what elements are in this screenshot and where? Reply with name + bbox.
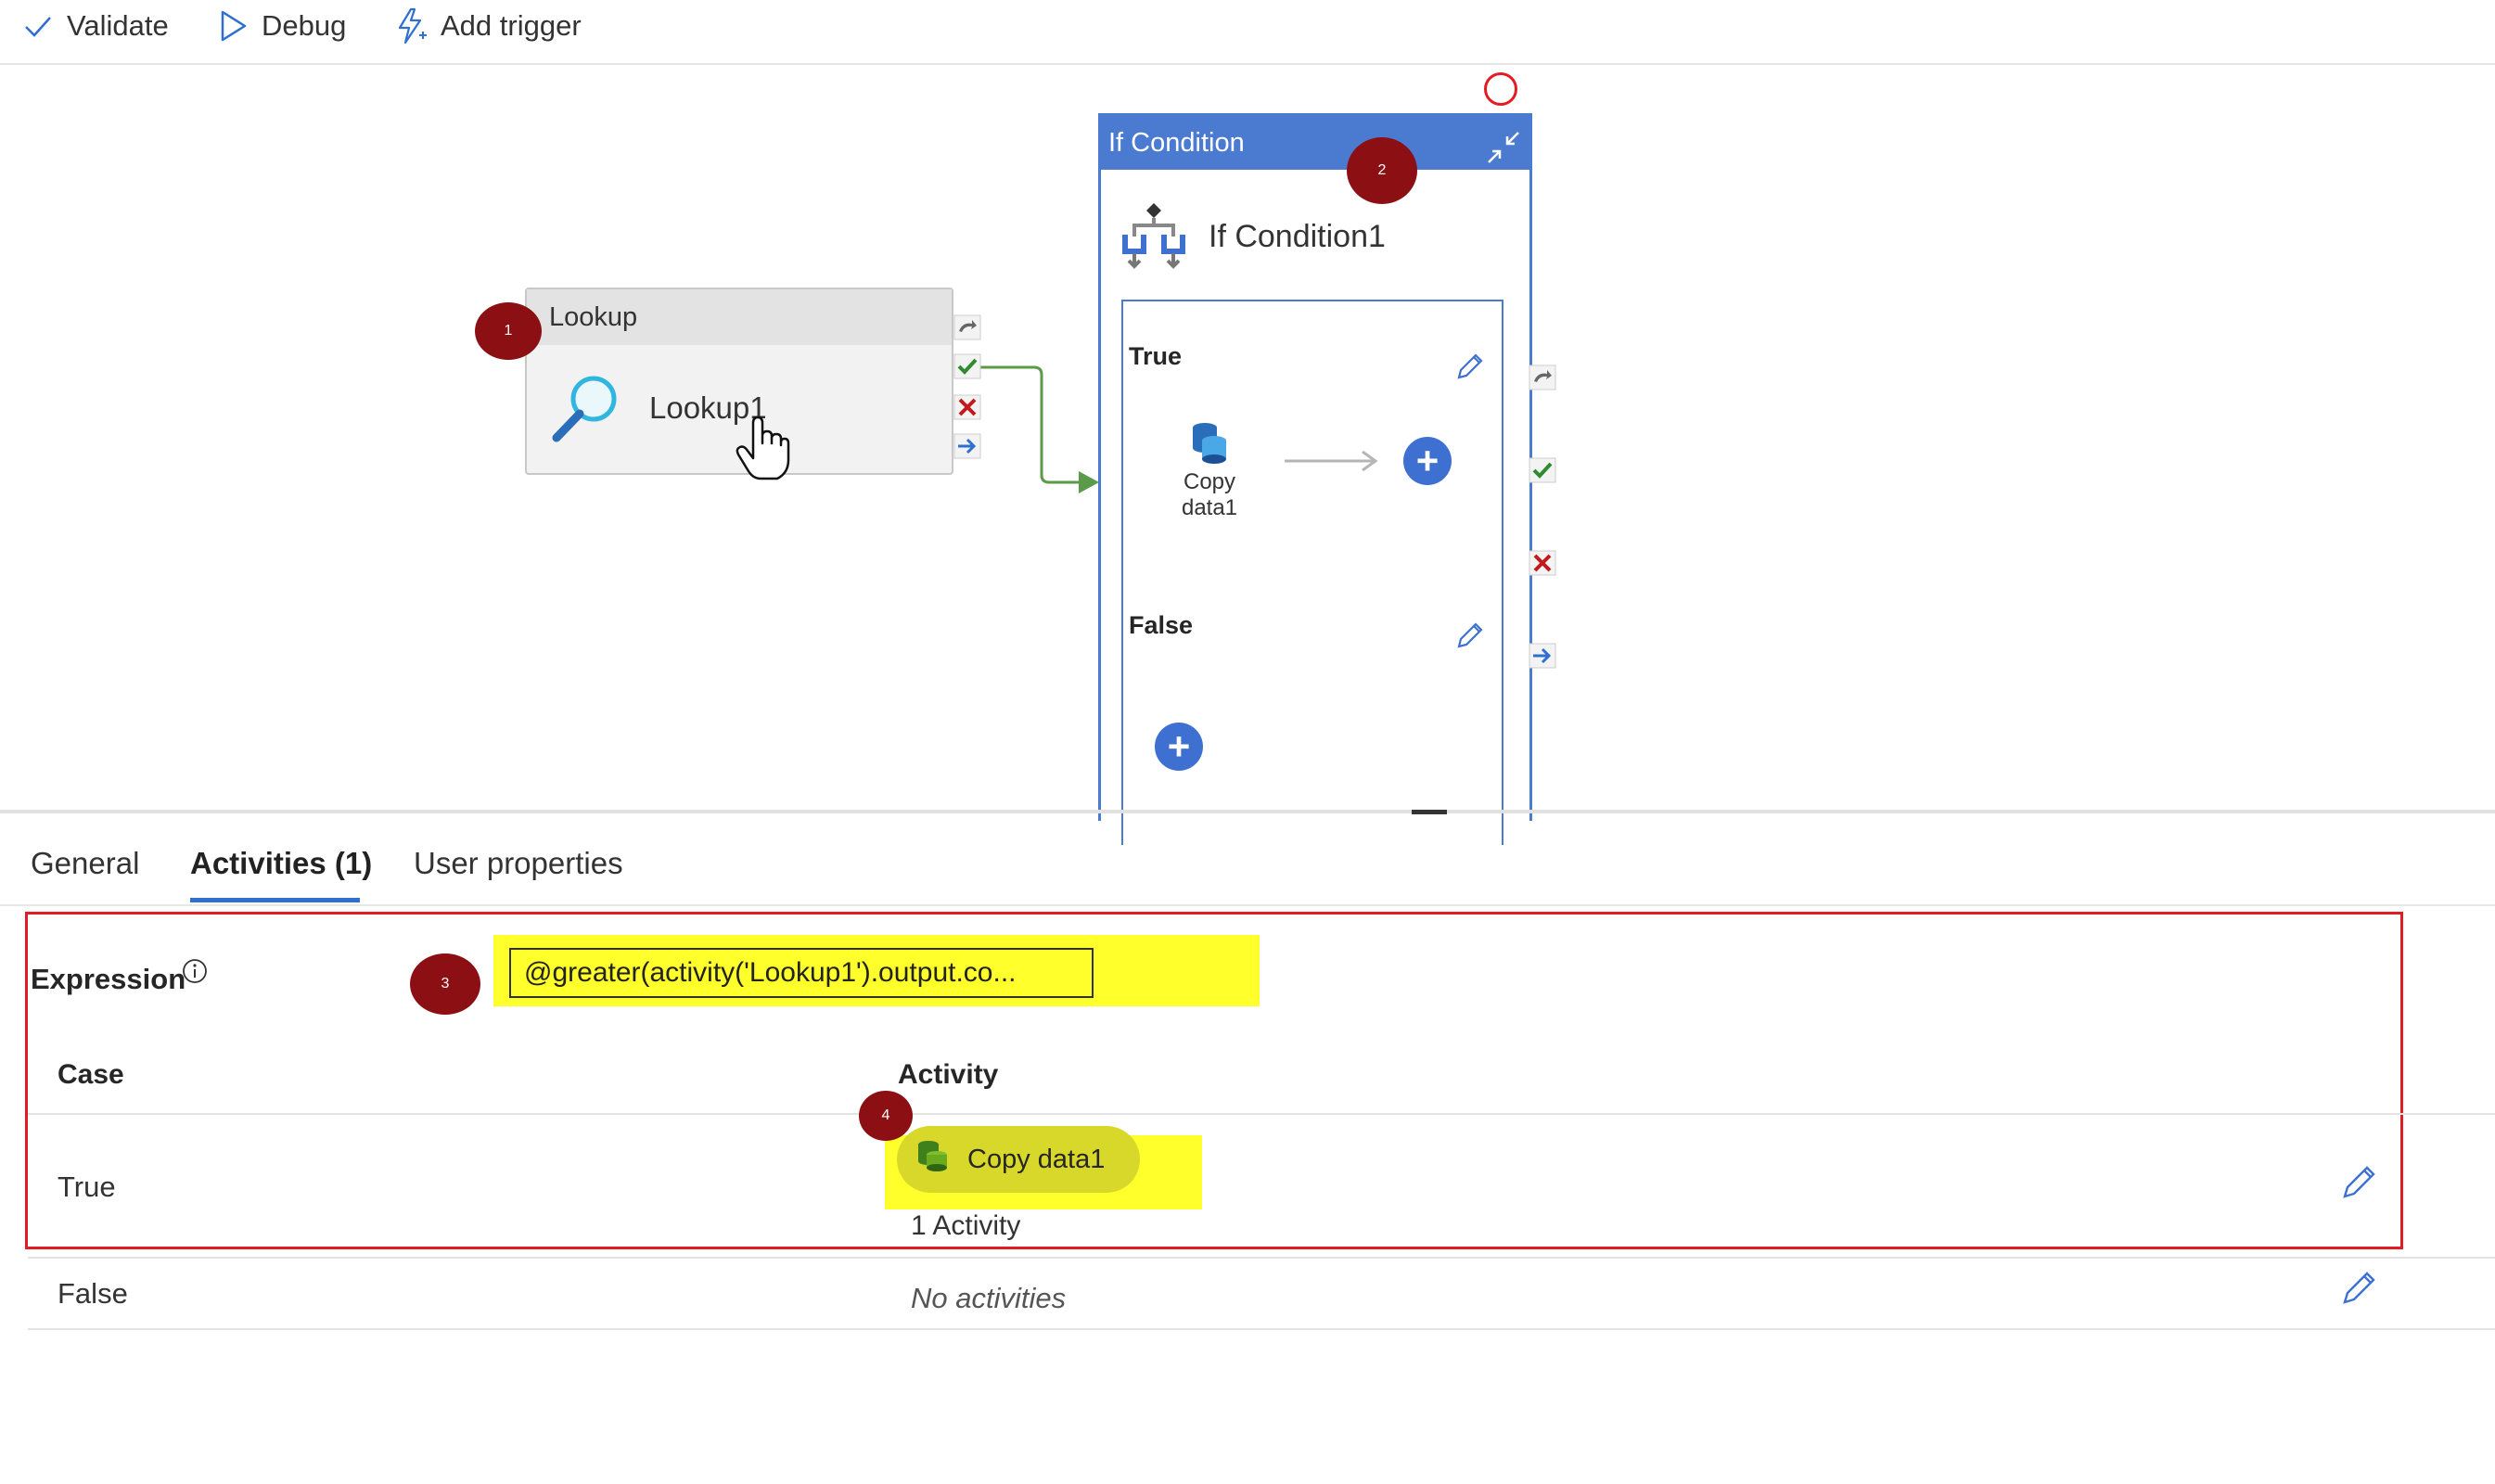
expression-input[interactable]: @greater(activity('Lookup1').output.co..… — [509, 948, 1094, 998]
add-trigger-button[interactable]: Add trigger — [394, 0, 582, 52]
lookup-magnifier-icon — [549, 369, 623, 448]
copy-data-activity-pill[interactable]: Copy data1 — [897, 1126, 1140, 1193]
copy-data-pill-label: Copy data1 — [967, 1144, 1106, 1174]
case-false-label: False — [58, 1277, 128, 1310]
tab-activities[interactable]: Activities (1) — [190, 846, 372, 881]
if-completion-output-icon[interactable] — [1529, 642, 1556, 670]
if-success-output-icon[interactable] — [1529, 456, 1556, 484]
active-tab-indicator — [190, 898, 360, 902]
if-condition-container[interactable]: If Condition If Condition1 True Copy dat… — [1098, 113, 1532, 845]
collapse-icon[interactable] — [1485, 129, 1522, 173]
copy-data-activity-node[interactable]: Copy data1 — [1168, 420, 1251, 521]
copy-data-name-line2: data1 — [1181, 495, 1238, 520]
header-divider — [28, 1113, 2495, 1115]
activity-column-header: Activity — [898, 1059, 999, 1090]
case-column-header: Case — [58, 1059, 124, 1090]
false-branch-box[interactable]: False + — [1121, 567, 1503, 845]
add-trigger-label: Add trigger — [441, 9, 582, 42]
copy-data-cylinder-icon — [1189, 423, 1230, 468]
hand-cursor-icon — [735, 416, 792, 487]
tab-general[interactable]: General — [31, 846, 139, 881]
debug-label: Debug — [262, 9, 347, 42]
validate-button[interactable]: Validate — [22, 0, 169, 52]
annotation-badge-4: 4 — [859, 1091, 913, 1141]
edit-false-branch-pencil-icon[interactable] — [1453, 620, 1485, 657]
true-branch-box[interactable]: True Copy data1 + — [1121, 300, 1503, 571]
tabs-divider — [0, 904, 2495, 906]
annotation-badge-3: 3 — [410, 953, 480, 1015]
tab-user-properties[interactable]: User properties — [414, 846, 623, 881]
if-condition-name: If Condition1 — [1209, 219, 1386, 254]
play-icon — [217, 9, 249, 43]
true-activity-count: 1 Activity — [911, 1210, 1021, 1241]
if-condition-type-label: If Condition — [1108, 127, 1245, 158]
if-condition-title-row: If Condition1 — [1121, 199, 1386, 275]
true-branch-label: True — [1129, 342, 1183, 370]
if-skip-output-icon[interactable] — [1529, 364, 1556, 391]
annotation-badge-1: 1 — [475, 302, 542, 360]
lookup-node-type-label: Lookup — [549, 301, 638, 332]
true-row-divider — [28, 1257, 2495, 1259]
false-branch-label: False — [1129, 611, 1194, 639]
success-connector-arrow — [980, 365, 1099, 493]
expression-label: Expression — [31, 963, 186, 995]
annotation-badge-2: 2 — [1347, 137, 1417, 204]
completion-output-icon[interactable] — [953, 432, 981, 460]
add-activity-false-button[interactable]: + — [1155, 723, 1203, 771]
debug-button[interactable]: Debug — [217, 0, 346, 52]
case-true-label: True — [58, 1171, 116, 1203]
add-activity-true-button[interactable]: + — [1403, 437, 1452, 485]
validate-label: Validate — [67, 9, 169, 42]
gray-flow-arrow — [1283, 450, 1379, 477]
checkmark-icon — [22, 10, 54, 42]
toolbar-divider — [0, 63, 2495, 65]
success-output-icon[interactable] — [953, 352, 981, 380]
edit-true-branch-pencil-icon[interactable] — [1453, 352, 1485, 388]
toolbar: Validate Debug Add trigger — [0, 0, 612, 65]
annotation-circle-marker — [1484, 72, 1517, 106]
lightning-icon — [394, 7, 428, 45]
failure-output-icon[interactable] — [953, 393, 981, 421]
skip-output-icon[interactable] — [953, 313, 981, 341]
copy-data-green-cylinder-icon — [915, 1138, 951, 1181]
false-row-divider — [28, 1328, 2495, 1330]
splitter-grip[interactable] — [1412, 810, 1447, 814]
if-failure-output-icon[interactable] — [1529, 549, 1556, 577]
if-condition-icon — [1121, 199, 1186, 275]
edit-false-case-pencil-icon[interactable] — [2339, 1269, 2378, 1312]
edit-true-case-pencil-icon[interactable] — [2339, 1163, 2378, 1207]
panel-splitter[interactable] — [0, 810, 2495, 813]
no-activities-text: No activities — [911, 1282, 1067, 1314]
copy-data-name-line1: Copy — [1183, 469, 1236, 494]
info-icon[interactable] — [181, 957, 209, 990]
